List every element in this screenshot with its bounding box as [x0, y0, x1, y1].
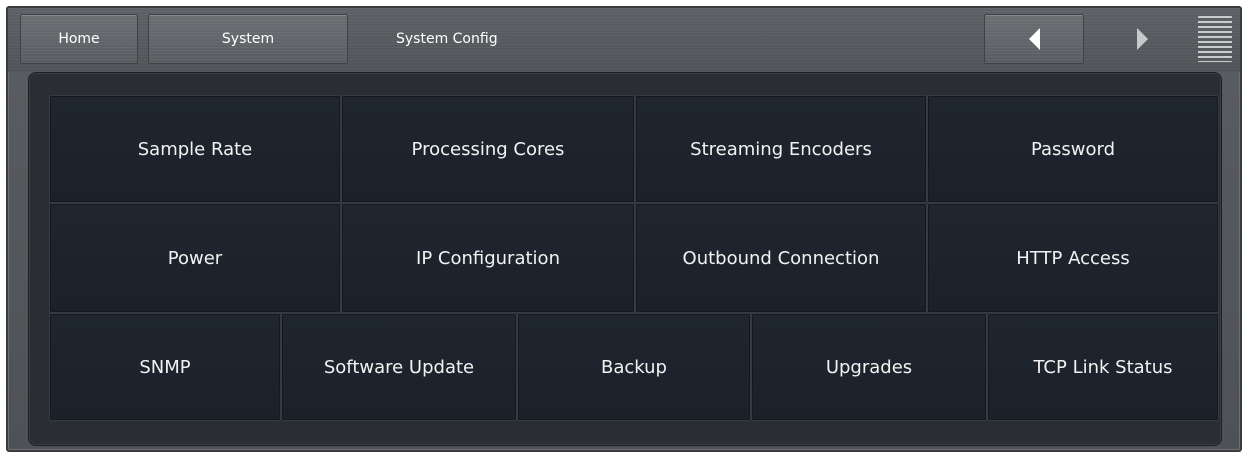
- home-label: Home: [58, 31, 100, 47]
- app-frame: Home System System Config Sample Rate Pr…: [6, 6, 1242, 452]
- tile-snmp[interactable]: SNMP: [49, 313, 281, 421]
- tile-label: Backup: [601, 356, 667, 378]
- tile-label: HTTP Access: [1016, 247, 1130, 269]
- forward-button[interactable]: [1094, 14, 1190, 64]
- tile-label: TCP Link Status: [1033, 356, 1173, 378]
- tile-ip-configuration[interactable]: IP Configuration: [341, 203, 635, 313]
- config-panel: Sample Rate Processing Cores Streaming E…: [28, 72, 1222, 446]
- menu-lines-icon[interactable]: [1198, 16, 1232, 62]
- right-arrow-icon: [1136, 28, 1148, 50]
- tile-http-access[interactable]: HTTP Access: [927, 203, 1219, 313]
- system-label: System: [221, 31, 275, 47]
- left-arrow-icon: [1028, 28, 1040, 50]
- back-button[interactable]: [984, 14, 1084, 64]
- tile-sample-rate[interactable]: Sample Rate: [49, 95, 341, 203]
- tile-label: Processing Cores: [411, 138, 565, 160]
- tile-outbound-connection[interactable]: Outbound Connection: [635, 203, 927, 313]
- top-bar: Home System System Config: [8, 8, 1240, 72]
- tile-label: Sample Rate: [137, 138, 253, 160]
- tile-tcp-link-status[interactable]: TCP Link Status: [987, 313, 1219, 421]
- tile-power[interactable]: Power: [49, 203, 341, 313]
- tile-label: SNMP: [139, 356, 191, 378]
- breadcrumb: System Config: [396, 31, 498, 47]
- tile-label: Password: [1030, 138, 1116, 160]
- tile-backup[interactable]: Backup: [517, 313, 751, 421]
- tile-label: Streaming Encoders: [690, 138, 872, 160]
- tile-software-update[interactable]: Software Update: [281, 313, 517, 421]
- tile-label: Software Update: [323, 356, 475, 378]
- tile-password[interactable]: Password: [927, 95, 1219, 203]
- tile-streaming-encoders[interactable]: Streaming Encoders: [635, 95, 927, 203]
- home-button[interactable]: Home: [20, 14, 138, 64]
- tile-label: IP Configuration: [416, 247, 560, 269]
- tile-upgrades[interactable]: Upgrades: [751, 313, 987, 421]
- system-button[interactable]: System: [148, 14, 348, 64]
- tile-label: Outbound Connection: [682, 247, 880, 269]
- tile-label: Upgrades: [825, 356, 913, 378]
- tile-label: Power: [167, 247, 223, 269]
- tile-processing-cores[interactable]: Processing Cores: [341, 95, 635, 203]
